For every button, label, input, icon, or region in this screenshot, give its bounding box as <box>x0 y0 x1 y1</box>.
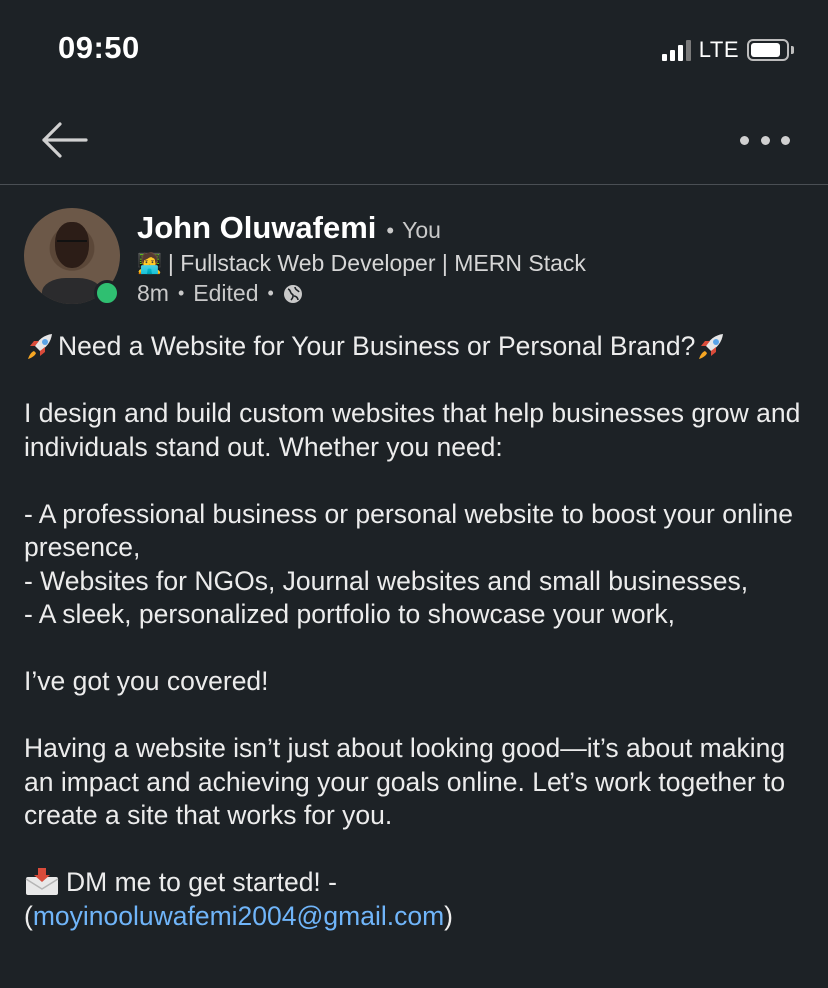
rocket-icon <box>28 334 52 359</box>
post-header: John Oluwafemi • You 🧑‍💻 | Fullstack Web… <box>22 206 812 306</box>
separator-dot: • <box>267 283 274 303</box>
battery-level <box>751 43 780 57</box>
battery-icon <box>747 39 789 61</box>
post-body: Need a Website for Your Business or Pers… <box>24 330 814 967</box>
status-time: 09:50 <box>58 30 140 65</box>
online-status-icon <box>94 280 120 306</box>
post-bullet-list: - A professional business or personal we… <box>24 498 814 632</box>
post-meta: 8m • Edited • <box>137 280 303 307</box>
separator-dot: • <box>177 283 185 303</box>
technologist-emoji-icon: 🧑‍💻 <box>137 253 162 275</box>
post-covered: I’ve got you covered! <box>24 666 269 696</box>
rocket-icon <box>699 334 724 359</box>
back-button[interactable] <box>36 118 92 162</box>
email-link[interactable]: moyinooluwafemi2004@gmail.com <box>33 901 444 931</box>
cta-close-paren: ) <box>444 900 453 931</box>
status-bar: 09:50 LTE <box>0 0 828 100</box>
signal-strength-icon <box>661 39 691 61</box>
post-intro: I design and build custom websites that … <box>24 398 801 462</box>
status-indicators: LTE <box>661 36 794 64</box>
more-options-button[interactable] <box>740 128 790 152</box>
cta-text: DM me to get started! - <box>66 867 337 897</box>
nav-bar <box>0 100 828 185</box>
list-item: - A sleek, personalized portfolio to sho… <box>24 599 676 629</box>
post-title: Need a Website for Your Business or Pers… <box>58 331 696 361</box>
network-type: LTE <box>698 37 739 62</box>
author-headline: 🧑‍💻 | Fullstack Web Developer | MERN Sta… <box>137 250 586 277</box>
list-item: - A professional business or personal we… <box>24 498 793 563</box>
separator-dot: • <box>386 218 395 243</box>
author-relation: You <box>402 217 441 243</box>
post-cta: DM me to get started! - (moyinooluwafemi2… <box>24 866 814 933</box>
author-line: John Oluwafemi • You <box>137 210 441 246</box>
back-arrow-icon <box>42 122 88 158</box>
post-closing: Having a website isn’t just about lookin… <box>24 733 786 830</box>
post-title-line: Need a Website for Your Business or Pers… <box>24 330 814 364</box>
post-time: 8m <box>137 280 169 306</box>
cta-open-paren: ( <box>24 900 33 931</box>
globe-icon <box>283 284 302 303</box>
headline-text: | Fullstack Web Developer | MERN Stack <box>167 250 586 276</box>
incoming-envelope-icon <box>25 868 59 895</box>
more-horizontal-icon <box>740 135 749 145</box>
battery-tip <box>791 46 794 54</box>
list-item: - Websites for NGOs, Journal websites an… <box>24 565 749 596</box>
author-name[interactable]: John Oluwafemi <box>137 210 376 246</box>
edited-label: Edited <box>193 280 259 306</box>
